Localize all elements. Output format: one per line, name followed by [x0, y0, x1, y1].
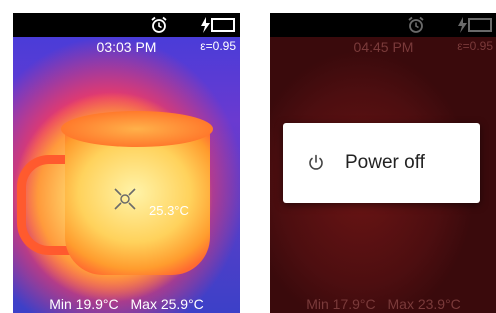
- spot-temperature: 25.3°C: [149, 203, 189, 218]
- emissivity-value: ε=0.95: [200, 39, 236, 53]
- max-temperature: Max 25.9°C: [130, 296, 204, 312]
- thermal-camera-screen-power-menu: 04:45 PM ε=0.95 Min 17.9°C Max 23.9°C Po…: [270, 13, 496, 313]
- power-off-label: Power off: [345, 152, 425, 173]
- max-temperature: Max 23.9°C: [387, 296, 461, 312]
- power-icon: [309, 154, 323, 170]
- battery-charging-icon: [201, 17, 235, 33]
- min-max-readout: Min 19.9°C Max 25.9°C: [13, 296, 240, 312]
- min-temperature: Min 19.9°C: [49, 296, 119, 312]
- min-temperature: Min 17.9°C: [306, 296, 376, 312]
- alarm-clock-icon: [151, 16, 167, 33]
- status-bar: [270, 13, 496, 37]
- status-bar: [13, 13, 240, 37]
- min-max-readout: Min 17.9°C Max 23.9°C: [270, 296, 496, 312]
- mug-body: [65, 125, 210, 275]
- power-off-button[interactable]: Power off: [283, 123, 480, 203]
- thermal-camera-screen-live: 03:03 PM ε=0.95 25.3°C Min 19.9°C Max 25…: [13, 13, 240, 313]
- emissivity-value: ε=0.95: [457, 39, 493, 53]
- crosshair-icon: [114, 188, 136, 210]
- thermal-image: 03:03 PM ε=0.95 25.3°C Min 19.9°C Max 25…: [13, 37, 240, 313]
- alarm-clock-icon: [408, 16, 424, 33]
- battery-charging-icon: [458, 17, 492, 33]
- mug-rim: [61, 111, 213, 147]
